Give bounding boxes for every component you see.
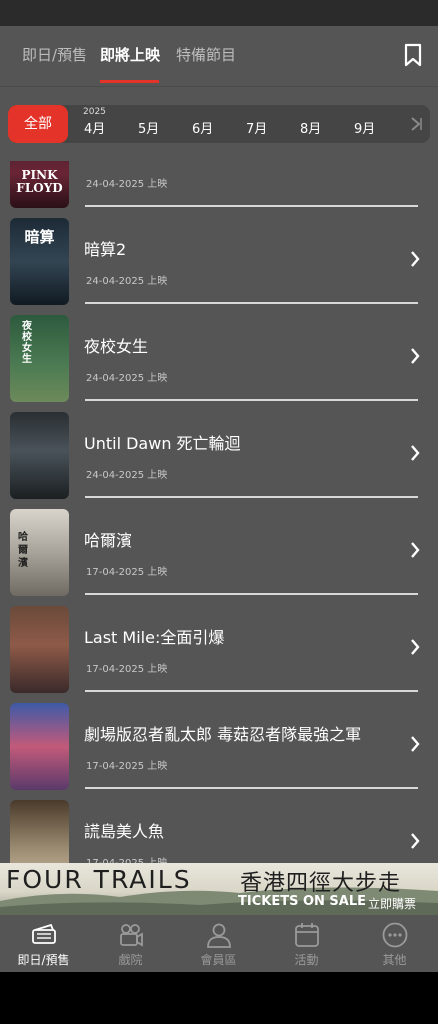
release-date: 24-04-2025 上映 (86, 470, 168, 481)
chevron-right-icon (411, 445, 420, 461)
person-icon (207, 923, 231, 948)
month-september[interactable]: 9月 (354, 118, 375, 137)
bottom-nav: 即日/預售 戲院 會員區 活動 其他 (0, 915, 438, 972)
month-august[interactable]: 8月 (300, 118, 321, 137)
movie-row[interactable]: 夜校女生 夜校女生 24-04-2025 上映 (0, 315, 438, 412)
release-date: 17-04-2025 上映 (86, 567, 168, 578)
year-label: 2025 (83, 107, 106, 117)
nav-label: 即日/預售 (17, 953, 70, 967)
movie-poster (10, 800, 69, 863)
chevron-right-icon (411, 736, 420, 752)
nav-label: 其他 (382, 953, 407, 967)
status-bar (0, 0, 438, 26)
nav-more[interactable]: 其他 (351, 915, 438, 972)
movie-row[interactable]: Until Dawn 死亡輪迴 24-04-2025 上映 (0, 412, 438, 509)
ticket-icon (32, 923, 56, 944)
row-divider (85, 496, 418, 498)
ad-brand: FOUR TRAILS (6, 865, 192, 894)
chevron-right-icon (411, 833, 420, 849)
month-june[interactable]: 6月 (192, 118, 213, 137)
row-divider (85, 302, 418, 304)
ad-banner[interactable]: FOUR TRAILS 香港四徑大步走 TICKETS ON SALE 立即購票 (0, 863, 438, 915)
month-filter-area: 全部 2025 4月 5月 6月 7月 8月 9月 (0, 87, 438, 161)
movie-title: 暗算2 (84, 240, 127, 259)
movie-poster (10, 703, 69, 790)
active-tab-indicator (100, 80, 159, 83)
calendar-icon (295, 923, 319, 947)
movie-row[interactable]: 謊島美人魚 17-04-2025 上映 (0, 800, 438, 863)
bookmark-icon[interactable] (402, 43, 424, 67)
movie-poster (10, 412, 69, 499)
movie-poster: 暗算 (10, 218, 69, 305)
movie-poster (10, 606, 69, 693)
release-date: 17-04-2025 上映 (86, 761, 168, 772)
top-tabs: 即日/預售 即將上映 特備節目 (0, 26, 438, 86)
movie-title: 謊島美人魚 (84, 822, 165, 841)
tab-coming-soon[interactable]: 即將上映 (100, 44, 160, 65)
row-divider (85, 593, 418, 595)
nav-events[interactable]: 活動 (263, 915, 350, 972)
row-divider (85, 690, 418, 692)
row-divider (85, 787, 418, 789)
movie-poster: 哈爾濱 (10, 509, 69, 596)
chevron-right-icon (411, 639, 420, 655)
tab-now-showing[interactable]: 即日/預售 (22, 44, 87, 65)
system-nav-area (0, 972, 438, 1024)
nav-label: 活動 (294, 953, 319, 967)
tab-special-program[interactable]: 特備節目 (176, 44, 236, 65)
nav-label: 戲院 (118, 953, 143, 967)
movie-row[interactable]: 哈爾濱 哈爾濱 17-04-2025 上映 (0, 509, 438, 606)
release-date: 24-04-2025 上映 (86, 276, 168, 287)
month-may[interactable]: 5月 (138, 118, 159, 137)
movie-title: 劇場版忍者亂太郎 毒菇忍者隊最強之軍 (84, 725, 362, 744)
movie-title: Until Dawn 死亡輪迴 (84, 434, 241, 453)
movie-row[interactable]: 劇場版忍者亂太郎 毒菇忍者隊最強之軍 17-04-2025 上映 (0, 703, 438, 800)
movie-poster: PINK FLOYD (10, 161, 69, 208)
chevron-right-icon (411, 251, 420, 267)
release-date: 24-04-2025 上映 (86, 179, 168, 190)
next-month-arrow-icon[interactable] (408, 115, 424, 133)
ad-sale-text: TICKETS ON SALE (238, 894, 367, 909)
more-icon (382, 922, 408, 948)
release-date: 17-04-2025 上映 (86, 664, 168, 675)
ad-buy-text[interactable]: 立即購票 (368, 895, 416, 912)
nav-cinema[interactable]: 戲院 (87, 915, 174, 972)
movie-row[interactable]: Last Mile:全面引爆 17-04-2025 上映 (0, 606, 438, 703)
chevron-right-icon (411, 348, 420, 364)
row-divider (85, 205, 418, 207)
release-date: 24-04-2025 上映 (86, 373, 168, 384)
chevron-right-icon (411, 542, 420, 558)
filter-all-button[interactable]: 全部 (8, 105, 68, 143)
nav-member[interactable]: 會員區 (175, 915, 262, 972)
poster-title: 哈爾濱 (18, 532, 28, 569)
camera-icon (120, 924, 143, 947)
nav-label: 會員區 (200, 953, 237, 967)
poster-title: 暗算 (24, 228, 55, 246)
movie-list[interactable]: PINK FLOYD 24-04-2025 上映 暗算 暗算2 24-04-20… (0, 161, 438, 863)
movie-title: Last Mile:全面引爆 (84, 628, 225, 647)
movie-title: 哈爾濱 (84, 531, 133, 550)
movie-row[interactable]: 暗算 暗算2 24-04-2025 上映 (0, 218, 438, 315)
movie-poster: 夜校女生 (10, 315, 69, 402)
month-filter-bar: 全部 2025 4月 5月 6月 7月 8月 9月 (8, 105, 430, 143)
row-divider (85, 399, 418, 401)
movie-row[interactable]: PINK FLOYD 24-04-2025 上映 (0, 161, 438, 218)
ad-headline: 香港四徑大步走 (240, 871, 402, 896)
poster-title: PINK FLOYD (16, 168, 63, 195)
poster-title: 夜校女生 (22, 321, 32, 365)
nav-now-showing[interactable]: 即日/預售 (0, 915, 87, 972)
release-date: 17-04-2025 上映 (86, 854, 167, 863)
month-april[interactable]: 4月 (84, 118, 105, 137)
month-july[interactable]: 7月 (246, 118, 267, 137)
movie-title: 夜校女生 (84, 337, 149, 356)
